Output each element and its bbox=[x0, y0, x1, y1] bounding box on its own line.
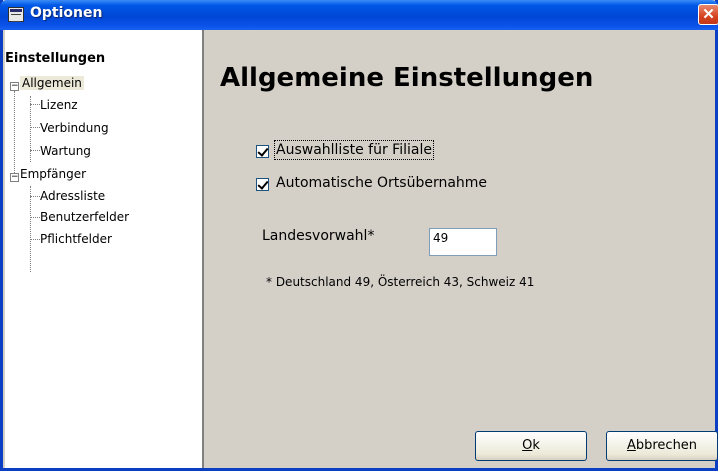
checkbox-label-auswahlliste[interactable]: Auswahlliste für Filiale bbox=[274, 140, 434, 160]
tree-item-allgemein[interactable]: Allgemein bbox=[20, 76, 84, 90]
tree-line bbox=[30, 217, 40, 218]
page-title: Allgemeine Einstellungen bbox=[220, 63, 594, 93]
collapse-empfaenger-icon[interactable]: − bbox=[10, 173, 19, 182]
form-icon bbox=[8, 7, 24, 22]
tree-item-lizenz[interactable]: Lizenz bbox=[40, 98, 78, 112]
ok-button[interactable]: Ok bbox=[475, 431, 587, 461]
tree-line bbox=[30, 96, 31, 162]
tree-item-pflichtfelder[interactable]: Pflichtfelder bbox=[40, 232, 112, 246]
tree-line bbox=[30, 104, 40, 105]
tree-line bbox=[30, 196, 40, 197]
cancel-mnemonic: A bbox=[626, 438, 636, 453]
tree-line bbox=[30, 150, 40, 151]
tree-line bbox=[30, 186, 31, 272]
tree-item-wartung[interactable]: Wartung bbox=[40, 144, 91, 158]
tree-item-adressliste[interactable]: Adressliste bbox=[40, 189, 105, 203]
close-button[interactable]: ✕ bbox=[698, 4, 718, 25]
tree-root-einstellungen[interactable]: Einstellungen bbox=[5, 51, 105, 66]
landesvorwahl-label: Landesvorwahl* bbox=[262, 228, 375, 244]
ok-mnemonic: O bbox=[522, 438, 533, 453]
title-bar[interactable]: Optionen ✕ bbox=[0, 0, 718, 30]
landesvorwahl-hint: * Deutschland 49, Österreich 43, Schweiz… bbox=[266, 275, 535, 289]
cancel-button[interactable]: Abbrechen bbox=[606, 431, 718, 461]
tree-item-benutzerfelder[interactable]: Benutzerfelder bbox=[40, 210, 129, 224]
cancel-label: bbrechen bbox=[635, 438, 698, 453]
tree-item-empfaenger[interactable]: Empfänger bbox=[20, 167, 86, 181]
tree-line bbox=[30, 239, 40, 240]
tree-item-verbindung[interactable]: Verbindung bbox=[40, 121, 109, 135]
tree-line bbox=[30, 127, 40, 128]
options-window: Optionen ✕ Einstellungen − Allgemein Liz… bbox=[0, 0, 718, 471]
settings-tree: Einstellungen − Allgemein Lizenz Verbind… bbox=[5, 30, 204, 468]
window-title: Optionen bbox=[30, 5, 103, 21]
collapse-allgemein-icon[interactable]: − bbox=[10, 82, 19, 91]
ok-label: k bbox=[532, 438, 540, 453]
checkbox-auswahlliste[interactable] bbox=[256, 145, 269, 158]
landesvorwahl-input[interactable]: 49 bbox=[429, 228, 497, 256]
close-icon: ✕ bbox=[702, 6, 715, 23]
checkbox-ortsuebernahme[interactable] bbox=[256, 178, 269, 191]
checkbox-label-ortsuebernahme[interactable]: Automatische Ortsübernahme bbox=[276, 175, 487, 191]
tree-line bbox=[14, 91, 15, 177]
